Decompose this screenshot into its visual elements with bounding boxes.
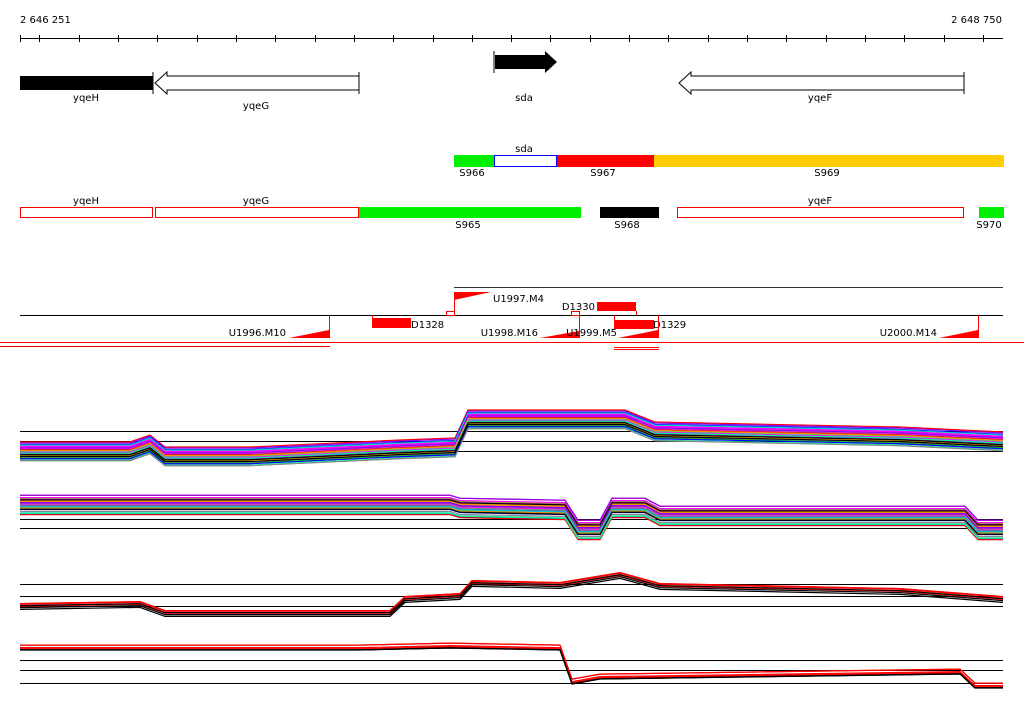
segment-label: S966 — [459, 168, 484, 179]
feature-label: U1996.M10 — [229, 328, 286, 339]
gene-yqeF[interactable] — [678, 70, 965, 96]
segment-label: yqeG — [243, 196, 269, 207]
genome-view: 2 646 251 2 648 750 yqeH yqeG sda yqeF S… — [0, 15, 1024, 689]
segment-S970[interactable] — [979, 207, 1004, 218]
gene-yqeG[interactable] — [152, 70, 360, 96]
segment-S966[interactable] — [454, 155, 494, 167]
gene-sda[interactable] — [493, 51, 557, 73]
gene-yqeH[interactable] — [20, 76, 153, 90]
feature-label: U1998.M16 — [481, 328, 538, 339]
expression-profiles — [19, 409, 1004, 689]
segment-label: S967 — [590, 168, 615, 179]
segment-yqeH[interactable] — [20, 207, 153, 218]
genome-browser: 2 646 251 2 648 750 yqeH yqeG sda yqeF S… — [0, 0, 1024, 714]
expression-profile — [20, 647, 1003, 689]
feature-U1996.M10[interactable] — [289, 330, 329, 338]
feature-U1999.M5[interactable] — [618, 330, 658, 338]
feature-label: U1999.M5 — [566, 328, 617, 339]
gene-label-yqeH: yqeH — [73, 93, 99, 104]
segment-label: S965 — [455, 220, 480, 231]
expression-profile — [20, 645, 1003, 687]
segment-S965[interactable] — [359, 207, 581, 218]
segment-yqeG[interactable] — [155, 207, 359, 218]
end-coordinate: 2 648 750 — [951, 15, 1002, 26]
segment-S967[interactable] — [557, 155, 654, 167]
segment-label: yqeH — [73, 196, 99, 207]
feature-U1997.M4[interactable] — [454, 292, 491, 300]
segment-label: S969 — [814, 168, 839, 179]
feature-D1330[interactable] — [597, 302, 636, 311]
segment-yqeF[interactable] — [677, 207, 964, 218]
feature-label: D1328 — [411, 320, 444, 331]
feature-U2000.M14[interactable] — [939, 330, 978, 338]
segment-S969[interactable] — [654, 155, 1004, 167]
segment-S968[interactable] — [600, 207, 659, 218]
gene-label-yqeG: yqeG — [243, 101, 269, 112]
segment-label: S970 — [976, 220, 1001, 231]
gene-label-sda: sda — [515, 93, 533, 104]
coordinate-axis — [20, 35, 1003, 42]
segment-label: sda — [515, 144, 533, 155]
expression-profile — [20, 647, 1003, 689]
feature-track: U1996.M10 D1328 U1997.M4 D1330 U1998.M16… — [0, 287, 1024, 350]
segment-sda[interactable] — [494, 155, 557, 167]
expression-profile — [20, 647, 1003, 689]
feature-label: U1997.M4 — [493, 294, 544, 305]
feature-label: U2000.M14 — [880, 328, 937, 339]
segment-label: yqeF — [808, 196, 832, 207]
feature-label: D1329 — [653, 320, 686, 331]
expression-profile — [20, 646, 1003, 688]
segment-label: S968 — [614, 220, 639, 231]
gene-label-yqeF: yqeF — [808, 93, 832, 104]
start-coordinate: 2 646 251 — [20, 15, 71, 26]
feature-D1328[interactable] — [372, 318, 411, 328]
feature-D1329[interactable] — [614, 320, 654, 329]
